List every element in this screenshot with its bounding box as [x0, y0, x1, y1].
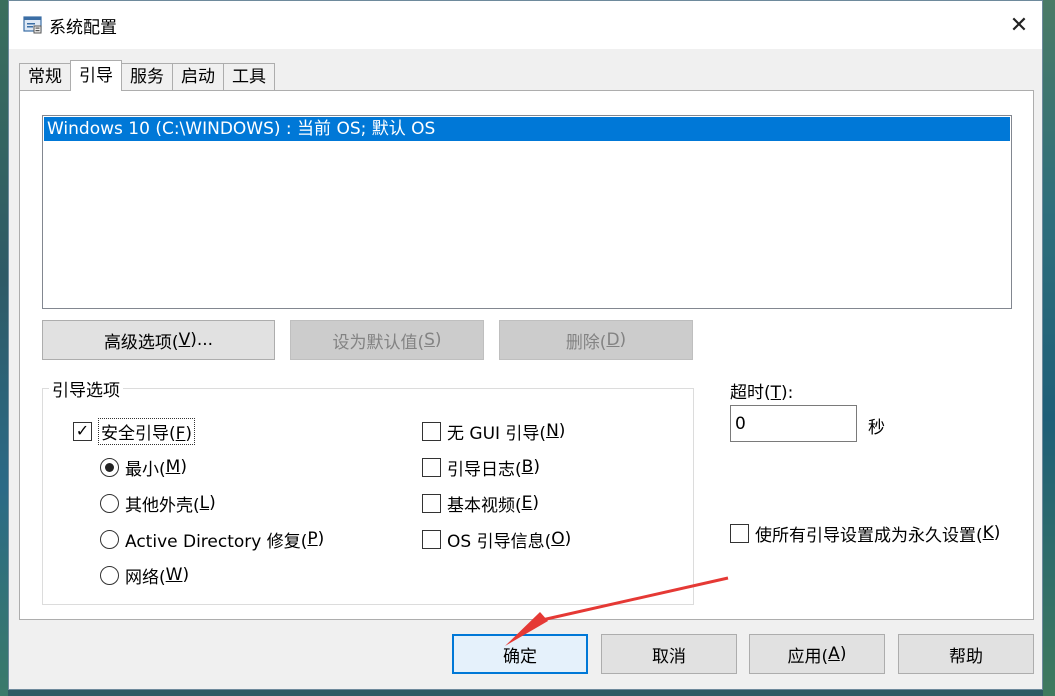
base-video-hotkey: E	[521, 493, 533, 513]
delete-button[interactable]: 删除(D)	[499, 320, 693, 360]
network-label: 网络(	[125, 567, 166, 588]
cancel-label: 取消	[652, 646, 686, 667]
set-default-hotkey: S	[424, 330, 435, 350]
set-default-suffix: )	[434, 330, 442, 350]
boot-options-label: 引导选项	[49, 376, 123, 401]
ad-repair-label: Active Directory 修复(	[125, 531, 308, 552]
tab-startup[interactable]: 启动	[172, 63, 224, 91]
radio-icon	[100, 529, 119, 549]
desktop-background-left	[0, 0, 8, 696]
tab-services[interactable]: 服务	[121, 63, 173, 91]
cancel-button[interactable]: 取消	[601, 634, 737, 674]
timeout-label: 超时(T):	[730, 378, 793, 403]
minimal-suffix: )	[180, 457, 187, 477]
boot-log-label: 引导日志(	[447, 459, 522, 480]
boot-options-group: 引导选项 ✓ 安全引导(F) 最小(M) 其他外壳(L) Active Dire…	[42, 376, 694, 605]
title-bar[interactable]: 系统配置 ✕	[9, 1, 1042, 49]
set-default-label: 设为默认值(	[332, 332, 425, 353]
alternate-shell-radio[interactable]: 其他外壳(L)	[100, 491, 216, 516]
timeout-hotkey: T	[770, 383, 782, 403]
close-button[interactable]: ✕	[996, 1, 1042, 49]
ok-label: 确定	[503, 646, 537, 667]
timeout-suffix: ):	[781, 383, 794, 403]
checkbox-icon	[422, 493, 441, 513]
no-gui-boot-checkbox[interactable]: 无 GUI 引导(N)	[422, 419, 566, 444]
make-permanent-hotkey: K	[982, 523, 994, 543]
make-permanent-suffix: )	[993, 523, 1001, 543]
apply-label: 应用(	[787, 646, 829, 667]
set-default-button[interactable]: 设为默认值(S)	[290, 320, 484, 360]
make-permanent-checkbox[interactable]: 使所有引导设置成为永久设置(K)	[730, 521, 1001, 546]
safe-boot-text: 安全引导(	[101, 423, 176, 444]
apply-button[interactable]: 应用(A)	[749, 634, 885, 674]
minimal-hotkey: M	[165, 457, 181, 477]
os-boot-info-hotkey: O	[551, 529, 565, 549]
make-permanent-label: 使所有引导设置成为永久设置(	[755, 525, 983, 546]
apply-hotkey: A	[828, 644, 840, 664]
system-configuration-window: 系统配置 ✕ 常规 引导 服务 启动 工具 Windows 10 (C:\WIN…	[8, 0, 1043, 690]
timeout-label-text: 超时(	[730, 383, 771, 403]
base-video-label: 基本视频(	[447, 495, 522, 516]
checkbox-icon	[422, 457, 441, 477]
advanced-options-suffix: )...	[190, 330, 214, 350]
network-suffix: )	[182, 565, 190, 585]
safe-boot-suffix: )	[185, 423, 193, 444]
radio-icon	[100, 565, 119, 585]
base-video-checkbox[interactable]: 基本视频(E)	[422, 491, 540, 516]
boot-log-checkbox[interactable]: 引导日志(B)	[422, 455, 540, 480]
os-list[interactable]: Windows 10 (C:\WINDOWS) : 当前 OS; 默认 OS	[42, 115, 1012, 309]
apply-suffix: )	[839, 644, 847, 664]
os-boot-info-suffix: )	[564, 529, 572, 549]
os-list-item[interactable]: Windows 10 (C:\WINDOWS) : 当前 OS; 默认 OS	[44, 117, 1010, 141]
alternate-shell-suffix: )	[209, 493, 216, 513]
help-label: 帮助	[949, 646, 983, 667]
radio-selected-icon	[100, 457, 119, 477]
checkbox-icon	[730, 523, 749, 543]
no-gui-boot-label: 无 GUI 引导(	[447, 423, 547, 444]
close-icon: ✕	[1009, 12, 1029, 38]
alternate-shell-hotkey: L	[199, 493, 210, 513]
delete-suffix: )	[619, 330, 627, 350]
checkbox-checked-icon: ✓	[73, 421, 92, 441]
alternate-shell-label: 其他外壳(	[125, 495, 200, 516]
os-boot-info-label: OS 引导信息(	[447, 531, 552, 552]
network-radio[interactable]: 网络(W)	[100, 563, 190, 588]
no-gui-boot-hotkey: N	[546, 421, 559, 441]
ad-repair-suffix: )	[317, 529, 325, 549]
help-button[interactable]: 帮助	[898, 634, 1034, 674]
ok-button[interactable]: 确定	[452, 634, 588, 674]
boot-tab-panel: Windows 10 (C:\WINDOWS) : 当前 OS; 默认 OS 高…	[19, 90, 1034, 620]
tab-boot[interactable]: 引导	[70, 60, 122, 91]
ad-repair-radio[interactable]: Active Directory 修复(P)	[100, 527, 325, 552]
window-title: 系统配置	[49, 18, 117, 38]
boot-log-hotkey: B	[521, 457, 534, 477]
network-hotkey: W	[165, 565, 183, 585]
desktop-background-right	[1043, 0, 1055, 696]
ad-repair-hotkey: P	[307, 529, 318, 549]
tab-strip: 常规 引导 服务 启动 工具	[19, 60, 275, 91]
os-boot-info-checkbox[interactable]: OS 引导信息(O)	[422, 527, 572, 552]
tab-general[interactable]: 常规	[19, 63, 71, 91]
timeout-unit: 秒	[868, 418, 885, 438]
radio-icon	[100, 493, 119, 513]
checkbox-icon	[422, 529, 441, 549]
timeout-input[interactable]	[730, 405, 857, 442]
no-gui-boot-suffix: )	[558, 421, 566, 441]
tab-tools[interactable]: 工具	[223, 63, 275, 91]
boot-log-suffix: )	[533, 457, 540, 477]
advanced-options-label: 高级选项(	[103, 332, 179, 353]
safe-boot-checkbox[interactable]: ✓ 安全引导(F)	[73, 417, 196, 445]
safe-boot-hotkey: F	[175, 423, 186, 444]
delete-hotkey: D	[606, 330, 620, 350]
minimal-label: 最小(	[125, 459, 166, 480]
safe-boot-label: 安全引导(F)	[98, 417, 196, 445]
msconfig-icon	[23, 16, 42, 34]
advanced-options-hotkey: V	[178, 330, 191, 350]
checkbox-icon	[422, 421, 441, 441]
minimal-radio[interactable]: 最小(M)	[100, 455, 187, 480]
advanced-options-button[interactable]: 高级选项(V)...	[42, 320, 275, 360]
delete-label: 删除(	[565, 332, 607, 353]
base-video-suffix: )	[532, 493, 540, 513]
